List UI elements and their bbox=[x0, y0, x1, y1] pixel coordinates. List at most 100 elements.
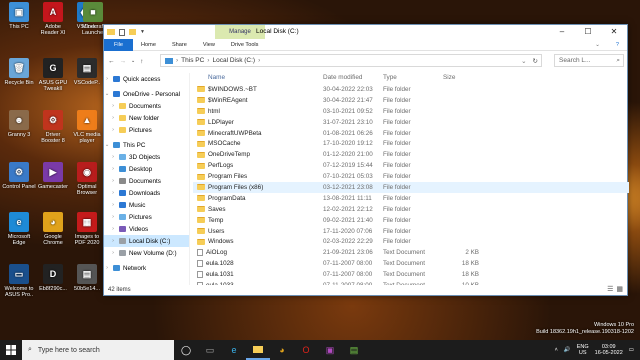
nav-item[interactable]: › Downloads bbox=[104, 187, 189, 199]
chevron-down-icon[interactable]: ⌄ bbox=[587, 39, 608, 51]
column-date[interactable]: Date modified bbox=[323, 74, 383, 81]
nav-item[interactable]: ⌄ OneDrive - Personal bbox=[104, 88, 189, 100]
chevron-right-icon[interactable]: › bbox=[110, 214, 116, 220]
back-arrow-icon[interactable]: ← bbox=[108, 58, 115, 65]
table-row[interactable]: MSOCache 17-10-2020 19:12 File folder bbox=[193, 138, 629, 149]
chevron-right-icon[interactable]: › bbox=[110, 238, 116, 244]
desktop-icon[interactable]: ■ Minecraft Launcher bbox=[82, 2, 105, 37]
desktop-icon[interactable]: 🗑 Recycle Bin bbox=[2, 58, 36, 86]
chevron-right-icon[interactable]: › bbox=[110, 226, 116, 232]
tab-view[interactable]: View bbox=[195, 39, 223, 51]
taskbar-app-icon[interactable]: ▭ bbox=[198, 340, 222, 360]
start-button[interactable] bbox=[0, 340, 22, 360]
table-row[interactable]: ProgramData 13-08-2021 11:11 File folder bbox=[193, 193, 629, 204]
chevron-right-icon[interactable]: › bbox=[110, 154, 116, 160]
chevron-right-icon[interactable]: › bbox=[110, 115, 116, 121]
notification-icon[interactable]: ▭ bbox=[629, 347, 634, 353]
maximize-button[interactable]: ☐ bbox=[575, 25, 601, 39]
large-icons-view-icon[interactable]: ▦ bbox=[616, 285, 623, 293]
table-row[interactable]: AiOLog 21-09-2021 23:06 Text Document 2 KB bbox=[193, 247, 629, 258]
table-row[interactable]: Program Files (x86) 03-12-2021 23:08 File … bbox=[193, 182, 629, 193]
opera-icon[interactable]: O bbox=[294, 340, 318, 360]
table-row[interactable]: PerfLogs 07-12-2019 15:44 File folder bbox=[193, 160, 629, 171]
desktop-icon[interactable]: ⚙ Driver Booster 8 bbox=[36, 110, 70, 145]
region[interactable]: US bbox=[577, 350, 589, 357]
table-row[interactable]: Users 17-11-2020 07:06 File folder bbox=[193, 226, 629, 237]
edge-icon[interactable]: e bbox=[222, 340, 246, 360]
file-explorer-icon[interactable] bbox=[246, 340, 270, 360]
nav-item[interactable]: › Documents bbox=[104, 175, 189, 187]
nav-item[interactable]: › Network bbox=[104, 262, 189, 274]
chevron-right-icon[interactable]: ⌄ bbox=[104, 142, 110, 148]
table-row[interactable]: Saves 12-02-2021 22:12 File folder bbox=[193, 204, 629, 215]
nav-item[interactable]: › Music bbox=[104, 199, 189, 211]
refresh-icon[interactable]: ↻ bbox=[533, 57, 538, 65]
desktop-icon[interactable]: ▣ This PC bbox=[2, 2, 36, 30]
tab-file[interactable]: File bbox=[104, 38, 134, 51]
volume-icon[interactable]: 🔊 bbox=[564, 347, 571, 353]
app-icon[interactable]: ▣ bbox=[318, 340, 342, 360]
table-row[interactable]: OneDriveTemp 01-12-2020 21:00 File folder bbox=[193, 149, 629, 160]
minimize-button[interactable]: – bbox=[549, 25, 575, 39]
table-row[interactable]: MinecraftUWPBeta 01-08-2021 06:26 File fol… bbox=[193, 128, 629, 139]
forward-arrow-icon[interactable]: → bbox=[120, 58, 127, 65]
nav-item[interactable]: › Videos bbox=[104, 223, 189, 235]
chevron-right-icon[interactable]: › bbox=[110, 250, 116, 256]
nav-item[interactable]: › Documents bbox=[104, 100, 189, 112]
dropdown-chevron-icon[interactable]: ⌄ bbox=[521, 57, 526, 65]
address-bar[interactable]: › This PC › Local Disk (C:) › ⌄ ↻ bbox=[160, 54, 542, 67]
nav-item[interactable]: › 3D Objects bbox=[104, 151, 189, 163]
task-view-icon[interactable]: ◯ bbox=[174, 340, 198, 360]
nav-item[interactable]: › Pictures bbox=[104, 211, 189, 223]
tab-drive-tools[interactable]: Drive Tools bbox=[223, 39, 267, 51]
desktop-icon[interactable]: G ASUS GPU TweakII bbox=[36, 58, 70, 93]
table-row[interactable]: eula.1028 07-11-2007 08:00 Text Document 18… bbox=[193, 258, 629, 269]
properties-icon[interactable] bbox=[119, 28, 125, 36]
new-folder-icon[interactable] bbox=[129, 29, 136, 35]
table-row[interactable]: eula.1031 07-11-2007 08:00 Text Document 18… bbox=[193, 269, 629, 280]
chevron-down-icon[interactable]: ▼ bbox=[140, 29, 145, 35]
desktop-icon[interactable]: ◉ Optimal Browser bbox=[70, 162, 104, 197]
search-input[interactable]: Search L... ⌕ bbox=[554, 54, 624, 67]
chevron-right-icon[interactable]: › bbox=[110, 103, 116, 109]
desktop-icon[interactable]: ▤ VSCodeP.. bbox=[70, 58, 104, 86]
table-row[interactable]: eula.1033 07-11-2007 08:00Text Document10… bbox=[193, 280, 629, 285]
clock[interactable]: 03:09 16-05-2022 bbox=[595, 344, 623, 357]
breadcrumb-local-disk[interactable]: Local Disk (C:) bbox=[212, 57, 255, 64]
table-row[interactable]: $WinREAgent 30-04-2022 21:47 File folder bbox=[193, 95, 629, 106]
nav-item[interactable]: › New Volume (D:) bbox=[104, 247, 189, 259]
nav-item[interactable]: ⌄ This PC bbox=[104, 139, 189, 151]
table-row[interactable]: $WINDOWS.~BT 30-04-2022 22:03 File folder bbox=[193, 84, 629, 95]
chevron-right-icon[interactable]: › bbox=[110, 202, 116, 208]
tab-share[interactable]: Share bbox=[164, 39, 195, 51]
close-button[interactable]: ✕ bbox=[601, 25, 627, 39]
recent-chevron-icon[interactable]: ⌄ bbox=[131, 58, 135, 64]
breadcrumb-this-pc[interactable]: This PC bbox=[181, 57, 204, 64]
taskbar-search-input[interactable]: ⌕ Type here to search bbox=[22, 340, 174, 360]
help-icon[interactable]: ? bbox=[608, 39, 627, 51]
column-name[interactable]: Name bbox=[193, 74, 323, 81]
desktop-icon[interactable]: ⚙ Control Panel bbox=[2, 162, 36, 190]
table-row[interactable]: Temp 09-02-2021 21:40 File folder bbox=[193, 215, 629, 226]
desktop-icon[interactable]: ☻ Granny 3 bbox=[2, 110, 36, 138]
desktop-icon[interactable]: ▦ Images to PDF 2020 bbox=[70, 212, 104, 247]
up-arrow-icon[interactable]: ↑ bbox=[140, 58, 143, 65]
table-row[interactable]: LDPlayer 31-07-2021 23:10 File folder bbox=[193, 117, 629, 128]
column-type[interactable]: Type bbox=[383, 74, 443, 81]
chevron-right-icon[interactable]: › bbox=[104, 76, 110, 82]
chevron-right-icon[interactable]: › bbox=[110, 190, 116, 196]
nav-item[interactable]: › Pictures bbox=[104, 124, 189, 136]
desktop-icon[interactable]: e Microsoft Edge bbox=[2, 212, 36, 247]
table-row[interactable]: Program Files 07-10-2021 05:03 File folder bbox=[193, 171, 629, 182]
chrome-icon[interactable]: ◕ bbox=[270, 340, 294, 360]
desktop-icon[interactable]: ◕ Google Chrome bbox=[36, 212, 70, 247]
column-size[interactable]: Size bbox=[443, 74, 479, 81]
chevron-right-icon[interactable]: › bbox=[110, 166, 116, 172]
details-view-icon[interactable]: ☰ bbox=[607, 285, 613, 293]
nav-item[interactable]: › Local Disk (C:) bbox=[104, 235, 189, 247]
chevron-right-icon[interactable]: › bbox=[110, 178, 116, 184]
chevron-right-icon[interactable]: › bbox=[110, 127, 116, 133]
nav-item[interactable]: › Desktop bbox=[104, 163, 189, 175]
desktop-icon[interactable]: D Eb8f290c... bbox=[36, 264, 70, 292]
show-hidden-icons-icon[interactable]: ˄ bbox=[555, 347, 558, 353]
